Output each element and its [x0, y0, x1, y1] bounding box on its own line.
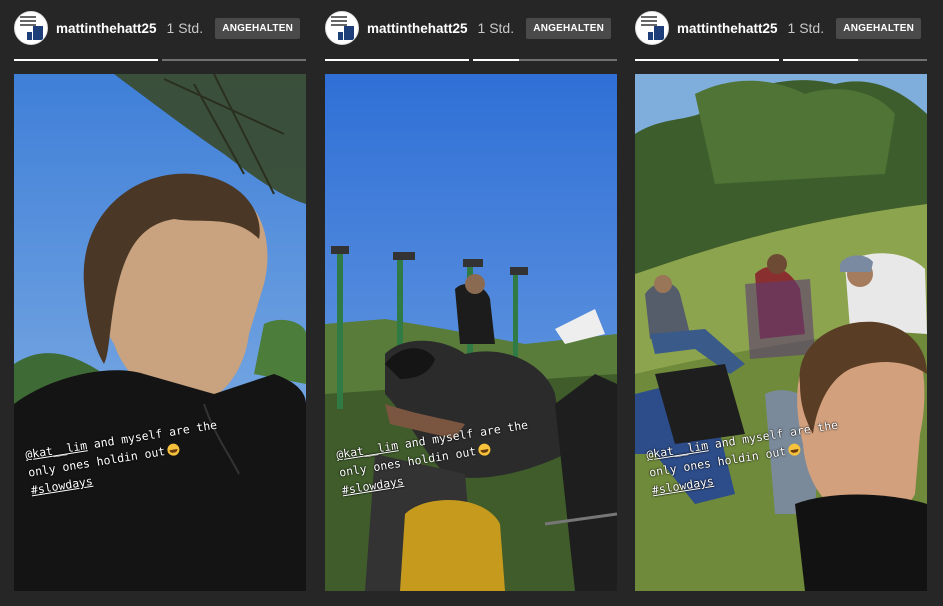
post-time: 1 Std. — [787, 20, 825, 36]
paused-badge[interactable]: ANGEHALTEN — [215, 17, 300, 39]
story-progress-bar — [14, 59, 306, 61]
username-link[interactable]: mattinthehatt25 — [367, 21, 468, 36]
progress-segment — [162, 59, 306, 61]
laughing-tears-emoji-icon — [478, 442, 492, 457]
story-photo-field-tripods — [325, 74, 617, 591]
profile-avatar-icon[interactable] — [325, 11, 359, 45]
username-link[interactable]: mattinthehatt25 — [677, 21, 778, 36]
story-photo[interactable]: @kat__lim and myself are the only ones h… — [635, 74, 927, 591]
story-header: mattinthehatt25 1 Std. ANGEHALTEN — [325, 10, 617, 46]
progress-segment — [635, 59, 779, 61]
progress-segment — [783, 59, 927, 61]
laughing-tears-emoji-icon — [788, 442, 802, 457]
username-link[interactable]: mattinthehatt25 — [56, 21, 157, 36]
story-header: mattinthehatt25 1 Std. ANGEHALTEN — [14, 10, 306, 46]
story-header: mattinthehatt25 1 Std. ANGEHALTEN — [635, 10, 927, 46]
story-panel-3[interactable]: mattinthehatt25 1 Std. ANGEHALTEN @kat__… — [635, 0, 927, 606]
progress-segment — [325, 59, 469, 61]
story-progress-bar — [325, 59, 617, 61]
paused-badge[interactable]: ANGEHALTEN — [526, 17, 611, 39]
profile-avatar-icon[interactable] — [14, 11, 48, 45]
story-photo[interactable]: @kat__lim and myself are the only ones h… — [325, 74, 617, 591]
progress-segment — [473, 59, 617, 61]
story-panel-1[interactable]: mattinthehatt25 1 Std. ANGEHALTEN @kat__… — [14, 0, 306, 606]
profile-avatar-icon[interactable] — [635, 11, 669, 45]
story-photo[interactable]: @kat__lim and myself are the only ones h… — [14, 74, 306, 591]
paused-badge[interactable]: ANGEHALTEN — [836, 17, 921, 39]
laughing-tears-emoji-icon — [167, 442, 181, 457]
story-panel-2[interactable]: mattinthehatt25 1 Std. ANGEHALTEN @kat__… — [325, 0, 617, 606]
story-photo-group-hillside — [635, 74, 927, 591]
post-time: 1 Std. — [477, 20, 515, 36]
story-photo-selfie-sky — [14, 74, 306, 591]
post-time: 1 Std. — [166, 20, 204, 36]
progress-segment — [14, 59, 158, 61]
story-progress-bar — [635, 59, 927, 61]
